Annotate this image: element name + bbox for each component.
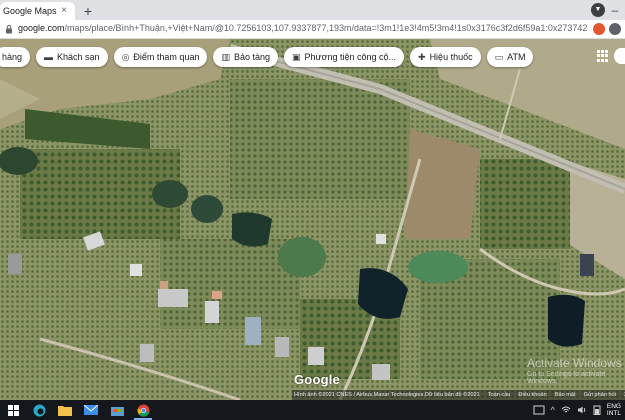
camera-icon: ◎ xyxy=(121,51,130,62)
taskbar-mail[interactable] xyxy=(78,400,104,420)
chip-museums[interactable]: ▥ Bảo tàng xyxy=(213,47,279,67)
url-host: google.com xyxy=(18,23,65,33)
taskbar-chrome[interactable] xyxy=(130,400,156,420)
feedback-link[interactable]: Gửi phản hồi xyxy=(584,392,616,398)
chip-label: Hiệu thuốc xyxy=(429,52,473,62)
google-apps-icon[interactable] xyxy=(597,50,609,62)
chip-atm[interactable]: ▭ ATM xyxy=(486,47,534,67)
battery-icon[interactable] xyxy=(593,405,601,415)
network-icon[interactable] xyxy=(561,405,571,415)
chip-transit[interactable]: ▣ Phương tiện công cộ... xyxy=(284,47,405,67)
category-chip-bar: hàng ▬ Khách sạn ◎ Điểm tham quan ▥ Bảo tàn… xyxy=(0,47,534,67)
chip-label: Phương tiện công cộ... xyxy=(304,52,397,62)
language-code: ENG xyxy=(606,403,621,410)
tab-title: Google Maps xyxy=(3,6,57,16)
chip-label: Bảo tàng xyxy=(233,52,271,62)
profile-icon[interactable] xyxy=(609,23,621,35)
windows-logo-icon xyxy=(7,404,19,416)
country-link[interactable]: Toàn cầu xyxy=(488,392,511,398)
account-avatar[interactable] xyxy=(614,48,625,64)
url-text[interactable]: google.com/maps/place/Bình+Thuận,+Việt+N… xyxy=(18,23,588,33)
taskbar-edge[interactable] xyxy=(26,400,52,420)
new-tab-button[interactable]: + xyxy=(78,2,98,20)
minimize-icon[interactable]: – xyxy=(608,3,622,17)
browser-menu-icon[interactable]: ▼ xyxy=(591,3,605,17)
chip-label: Điểm tham quan xyxy=(133,52,200,62)
start-button[interactable] xyxy=(0,400,26,420)
bed-icon: ▬ xyxy=(44,52,54,62)
watermark-subtitle: Go to Settings to activate Windows. xyxy=(527,371,606,385)
people-icon[interactable] xyxy=(533,405,545,415)
google-logo: Google xyxy=(294,372,340,387)
keyboard-layout: INTL xyxy=(606,410,621,417)
volume-icon[interactable] xyxy=(577,405,587,415)
tab-close-icon[interactable]: × xyxy=(58,5,70,17)
activate-windows-watermark: Activate Windows Go to Settings to activ… xyxy=(527,356,625,385)
satellite-imagery xyxy=(0,39,625,400)
folder-icon xyxy=(58,406,72,416)
windows-taskbar: ^ ENG INTL xyxy=(0,400,625,420)
tab-google-maps[interactable]: Google Maps × xyxy=(0,2,75,20)
url-path: /maps/place/Bình+Thuận,+Việt+Nam/@10.725… xyxy=(64,23,588,33)
taskbar-file-explorer[interactable] xyxy=(52,400,78,420)
museum-icon: ▥ xyxy=(221,51,230,62)
browser-tab-strip: Google Maps × + ▼ – xyxy=(0,0,625,20)
chip-restaurants[interactable]: hàng xyxy=(0,47,31,67)
chrome-icon xyxy=(137,404,149,417)
mail-icon xyxy=(84,405,98,415)
chip-pharmacies[interactable]: ✚ Hiệu thuốc xyxy=(410,47,481,67)
address-bar[interactable]: google.com/maps/place/Bình+Thuận,+Việt+N… xyxy=(0,20,625,39)
map-attribution: Hình ảnh ©2021 CNES / Airbus,Maxar Techn… xyxy=(292,390,625,400)
terms-link[interactable]: Điều khoản xyxy=(518,392,546,398)
satellite-map[interactable]: Google Activate Windows Go to Settings t… xyxy=(0,39,625,400)
input-language[interactable]: ENG INTL xyxy=(607,403,621,417)
edge-icon xyxy=(33,404,45,416)
atm-icon: ▭ xyxy=(494,51,504,62)
chip-hotels[interactable]: ▬ Khách sạn xyxy=(36,47,108,67)
chip-attractions[interactable]: ◎ Điểm tham quan xyxy=(113,47,208,67)
extension-icon[interactable] xyxy=(593,23,605,35)
privacy-link[interactable]: Bảo mật xyxy=(555,392,576,398)
taskbar-store[interactable] xyxy=(104,400,130,420)
transit-icon: ▣ xyxy=(292,51,301,62)
pharmacy-icon: ✚ xyxy=(418,51,426,62)
system-tray: ^ ENG INTL xyxy=(533,400,625,420)
chip-label: Khách sạn xyxy=(57,52,100,62)
store-icon xyxy=(110,407,124,416)
imagery-credit: Hình ảnh ©2021 CNES / Airbus,Maxar Techn… xyxy=(294,392,480,398)
tray-chevron-icon[interactable]: ^ xyxy=(551,405,555,415)
chip-label: ATM xyxy=(507,52,526,62)
chip-label: hàng xyxy=(2,52,23,62)
lock-icon xyxy=(6,25,12,34)
watermark-title: Activate Windows xyxy=(527,356,622,370)
